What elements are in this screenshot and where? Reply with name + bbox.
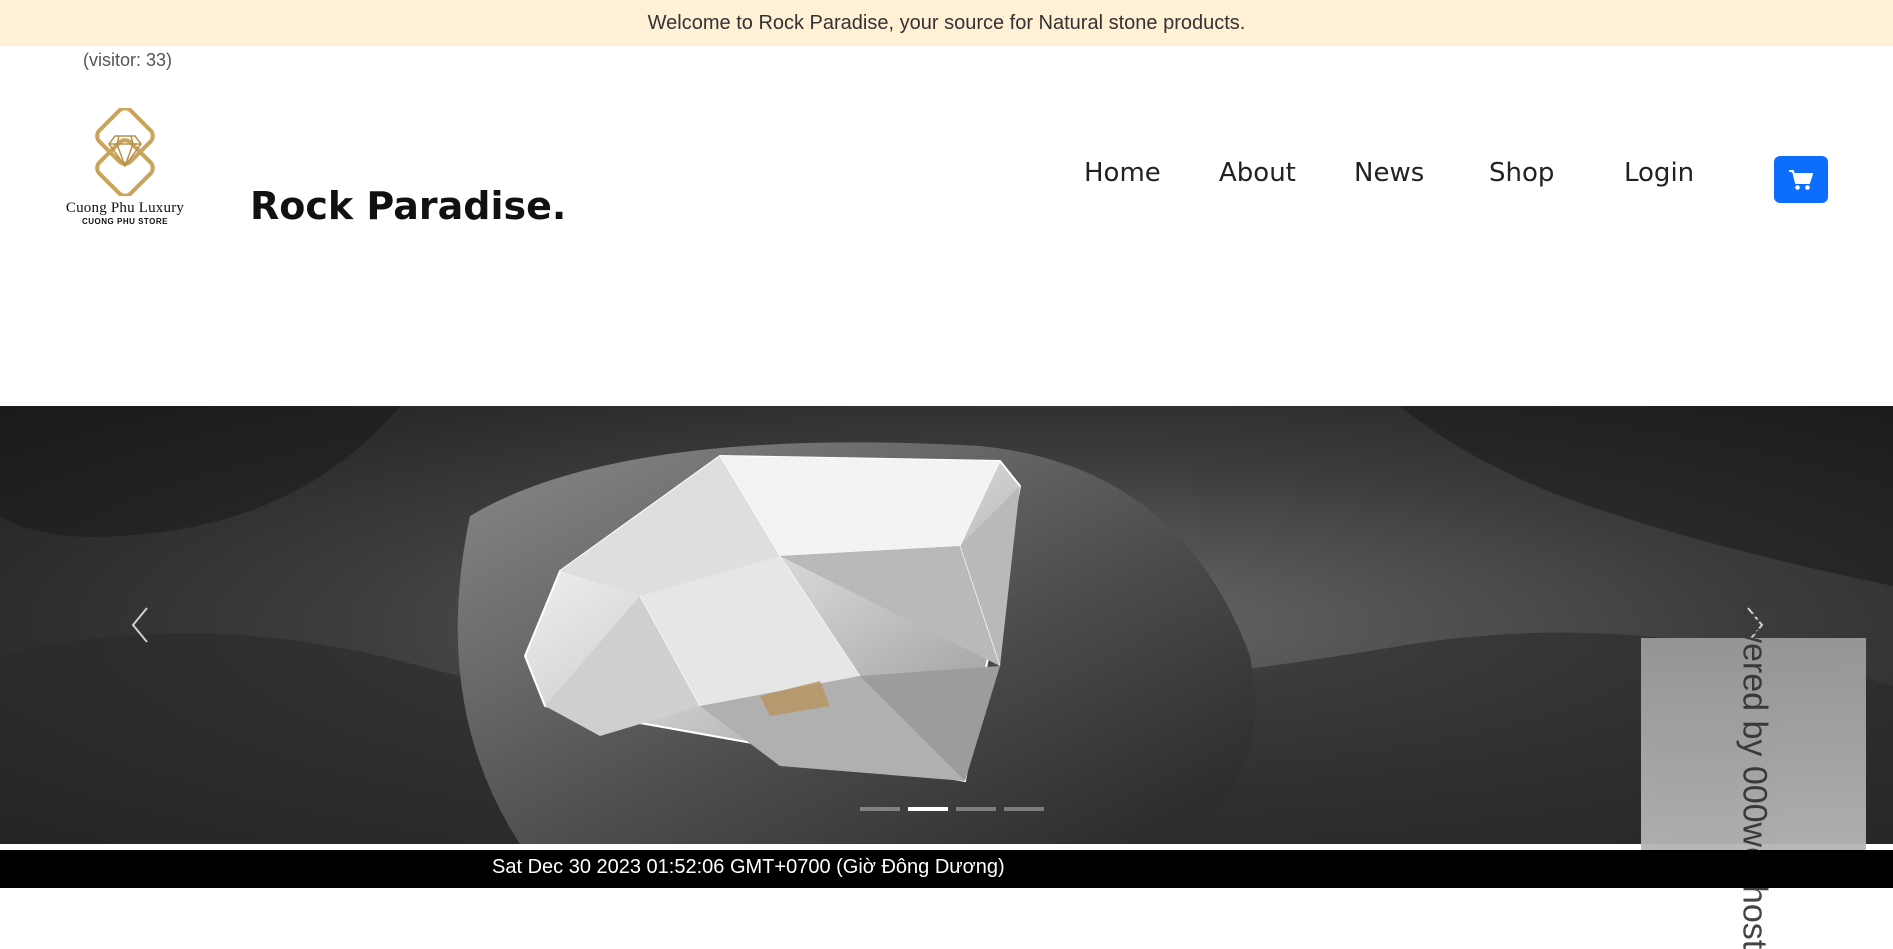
carousel-prev-button[interactable]: [120, 600, 160, 650]
nav-shop[interactable]: Shop: [1489, 158, 1554, 188]
chevron-left-icon: [131, 607, 148, 643]
carousel-indicator[interactable]: [956, 807, 996, 811]
carousel-indicators: [860, 807, 1044, 811]
nav-news[interactable]: News: [1354, 158, 1424, 188]
carousel-indicator[interactable]: [1004, 807, 1044, 811]
logo-name: Cuong Phu Luxury: [65, 200, 185, 216]
nav-home[interactable]: Home: [1084, 158, 1161, 188]
site-brand[interactable]: Rock Paradise.: [250, 184, 566, 228]
visitor-count: (visitor: 33): [83, 50, 173, 70]
announcement-text: Welcome to Rock Paradise, your source fo…: [647, 11, 1246, 34]
store-logo[interactable]: Cuong Phu Luxury CUONG PHU STORE: [50, 108, 200, 230]
nav-about[interactable]: About: [1219, 158, 1296, 188]
cart-icon: [1789, 169, 1813, 190]
watermark-text: Powered by 000webhost: [1735, 576, 1773, 949]
logo-subtitle: CUONG PHU STORE: [81, 217, 169, 226]
carousel-indicator-active[interactable]: [908, 807, 948, 811]
carousel-slide-image: [0, 406, 1893, 844]
cart-button[interactable]: [1774, 156, 1828, 203]
date-bar: Sat Dec 30 2023 01:52:06 GMT+0700 (Giờ Đ…: [0, 850, 1893, 888]
diamond-logo-icon: [95, 108, 155, 196]
nav-login[interactable]: Login: [1624, 158, 1694, 188]
hero-carousel[interactable]: [0, 406, 1893, 844]
current-datetime: Sat Dec 30 2023 01:52:06 GMT+0700 (Giờ Đ…: [492, 856, 1005, 878]
announcement-bar: Welcome to Rock Paradise, your source fo…: [0, 0, 1893, 46]
carousel-indicator[interactable]: [860, 807, 900, 811]
